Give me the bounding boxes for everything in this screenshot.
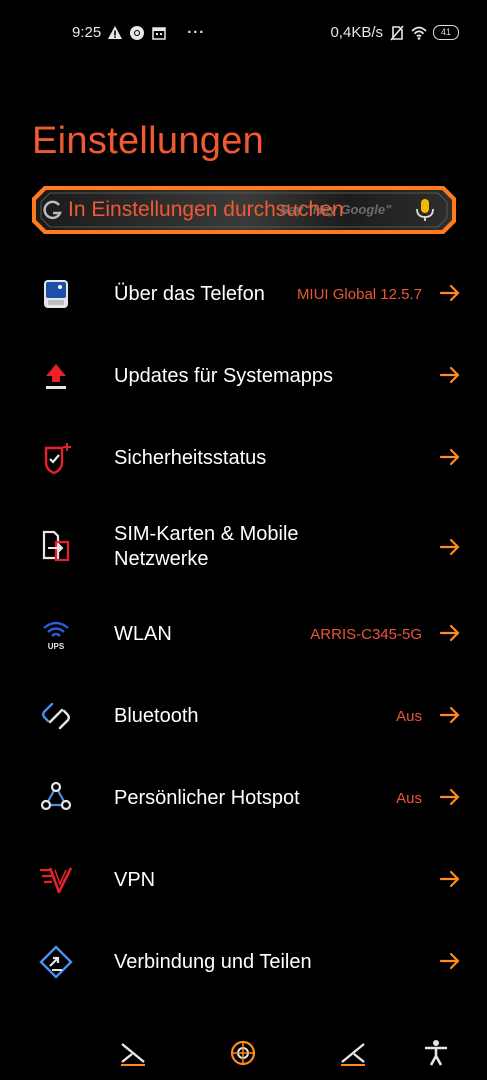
setting-label: Updates für Systemapps xyxy=(114,365,333,387)
calendar-icon xyxy=(152,26,166,40)
setting-connection-sharing[interactable]: Verbindung und Teilen xyxy=(0,920,487,1002)
shield-check-icon xyxy=(44,443,71,475)
bottom-nav-bar xyxy=(0,1030,487,1080)
svg-text:UPS: UPS xyxy=(48,642,65,651)
sim-card-icon xyxy=(42,530,70,562)
mic-icon[interactable] xyxy=(414,197,436,223)
setting-security-status[interactable]: Sicherheitsstatus xyxy=(0,416,487,498)
more-notifications-icon: ··· xyxy=(187,24,206,41)
update-arrow-icon xyxy=(46,364,66,389)
status-bar: 9:25 ··· 0,4KB/s 41 xyxy=(0,0,487,64)
wifi-icon xyxy=(411,26,427,40)
chevron-right-icon xyxy=(439,284,460,302)
chevron-right-icon xyxy=(439,538,460,556)
setting-sim-networks[interactable]: SIM-Karten & Mobile Netzwerke xyxy=(0,502,487,592)
search-bar[interactable]: Say "Hey Google" In Einstellungen durchs… xyxy=(30,184,458,236)
setting-value: Aus xyxy=(396,790,422,807)
setting-value: Aus xyxy=(396,708,422,725)
setting-label: Sicherheitsstatus xyxy=(114,447,267,469)
phone-info-icon xyxy=(44,280,68,308)
emblem-icon[interactable] xyxy=(228,1038,258,1068)
warning-icon xyxy=(108,25,123,39)
setting-about-phone[interactable]: Über das Telefon MIUI Global 12.5.7 xyxy=(0,252,487,334)
status-bar-right: 0,4KB/s 41 xyxy=(330,24,459,41)
bluetooth-icon xyxy=(42,702,70,730)
chevron-right-icon xyxy=(439,870,460,888)
setting-label: Bluetooth xyxy=(114,705,199,727)
setting-label: VPN xyxy=(114,869,156,891)
hotspot-icon xyxy=(40,781,72,811)
chevron-right-icon xyxy=(439,706,460,724)
setting-value: ARRIS-C345-5G xyxy=(310,626,422,643)
setting-bluetooth[interactable]: Bluetooth Aus xyxy=(0,674,487,756)
setting-system-app-updates[interactable]: Updates für Systemapps xyxy=(0,334,487,416)
chevron-right-icon xyxy=(439,624,460,642)
search-icon xyxy=(43,200,62,220)
no-sim-icon xyxy=(390,24,404,41)
swords-right-icon[interactable] xyxy=(338,1038,368,1068)
chrome-icon xyxy=(130,25,145,40)
chevron-right-icon xyxy=(439,448,460,466)
vpn-icon xyxy=(40,867,73,894)
swords-left-icon[interactable] xyxy=(118,1038,148,1068)
wifi-ups-icon: UPS xyxy=(43,621,69,651)
setting-vpn[interactable]: VPN xyxy=(0,838,487,920)
accessibility-icon[interactable] xyxy=(421,1038,451,1068)
setting-hotspot[interactable]: Persönlicher Hotspot Aus xyxy=(0,756,487,838)
status-bar-left: 9:25 ··· xyxy=(72,24,205,41)
setting-value: MIUI Global 12.5.7 xyxy=(296,286,422,303)
settings-screen: 9:25 ··· 0,4KB/s 41 Einstellungen Say "H… xyxy=(0,0,487,1080)
setting-wlan[interactable]: UPS WLAN ARRIS-C345-5G xyxy=(0,592,487,674)
chevron-right-icon xyxy=(439,788,460,806)
page-title: Einstellungen xyxy=(32,120,265,162)
chevron-right-icon xyxy=(439,366,460,384)
connection-share-icon xyxy=(39,945,73,979)
search-input[interactable]: In Einstellungen durchsuchen xyxy=(68,198,344,222)
status-time: 9:25 xyxy=(72,24,102,41)
setting-label: SIM-Karten & Mobile Netzwerke xyxy=(114,523,299,570)
network-speed: 0,4KB/s xyxy=(330,24,383,41)
battery-icon: 41 xyxy=(433,25,459,40)
chevron-right-icon xyxy=(439,952,460,970)
setting-label: Verbindung und Teilen xyxy=(114,951,312,973)
setting-label: Persönlicher Hotspot xyxy=(114,787,300,809)
